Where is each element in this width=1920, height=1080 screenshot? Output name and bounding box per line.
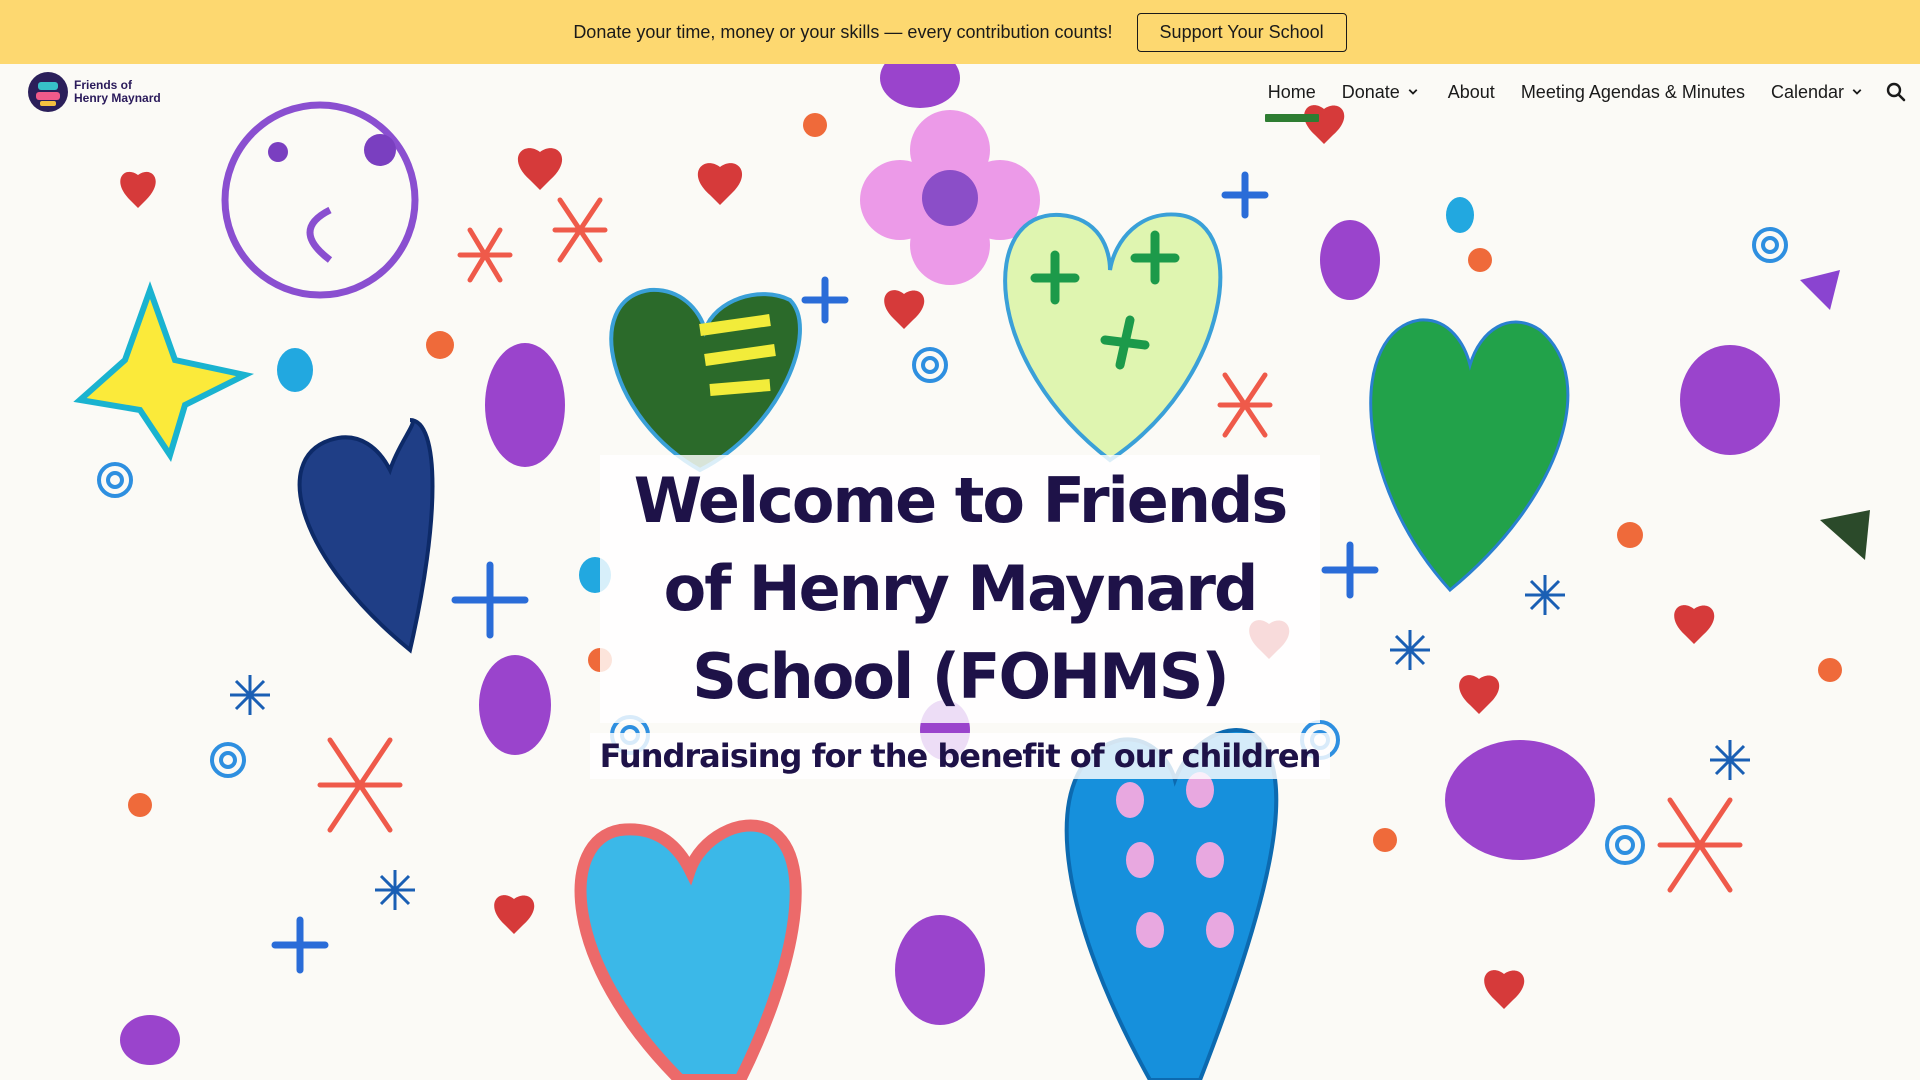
search-icon[interactable] xyxy=(1884,80,1908,104)
site-logo[interactable]: Friends of Henry Maynard xyxy=(26,70,161,114)
nav-calendar-label: Calendar xyxy=(1770,81,1844,102)
hero-section: Welcome to Friends of Henry Maynard Scho… xyxy=(0,455,1920,779)
nav-donate[interactable]: Donate xyxy=(1342,64,1422,120)
nav-meeting-label: Meeting Agendas & Minutes xyxy=(1520,81,1745,102)
nav-about[interactable]: About xyxy=(1448,64,1495,120)
banner-text: Donate your time, money or your skills —… xyxy=(573,21,1113,42)
nav-home-label: Home xyxy=(1267,81,1316,102)
nav-donate-label: Donate xyxy=(1341,81,1400,102)
announcement-banner: Donate your time, money or your skills —… xyxy=(0,0,1920,64)
site-header: Friends of Henry Maynard Home Donate Abo… xyxy=(0,64,1920,122)
support-your-school-button[interactable]: Support Your School xyxy=(1136,12,1347,52)
logo-icon xyxy=(28,72,68,112)
nav-calendar[interactable]: Calendar xyxy=(1771,64,1866,120)
page-title: Welcome to Friends of Henry Maynard Scho… xyxy=(600,455,1320,723)
chevron-down-icon[interactable] xyxy=(1848,83,1866,101)
page-subtitle: Fundraising for the benefit of our child… xyxy=(589,733,1331,779)
nav-home[interactable]: Home xyxy=(1264,64,1319,122)
nav-about-label: About xyxy=(1447,81,1495,102)
nav-meeting-agendas-minutes[interactable]: Meeting Agendas & Minutes xyxy=(1521,64,1745,120)
main-nav: Home Donate About Meeting Agendas & Minu… xyxy=(1264,64,1866,122)
chevron-down-icon[interactable] xyxy=(1404,83,1422,101)
logo-line-2: Henry Maynard xyxy=(74,91,161,105)
